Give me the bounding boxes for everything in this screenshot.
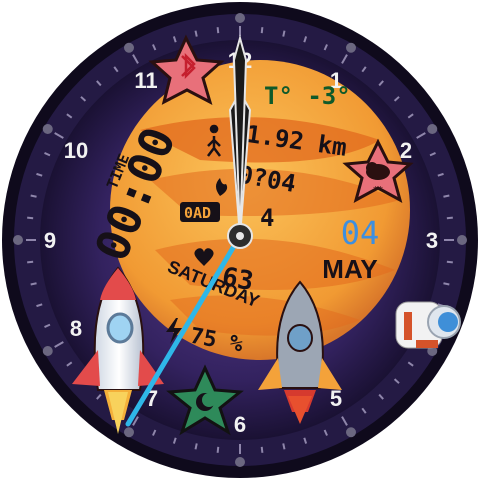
watch-face: 12 1 2 3 4 5 6 7 8 9 10 11 ⁎⁎ T° -3° 1.9… bbox=[2, 2, 478, 478]
minute-tick bbox=[260, 27, 264, 34]
minute-tick bbox=[443, 282, 450, 286]
calories-value: 0AD bbox=[184, 204, 211, 222]
date-month: MAY bbox=[322, 254, 377, 284]
hour-dot bbox=[457, 235, 467, 245]
calories-value-2: 4 bbox=[260, 204, 274, 232]
numeral-11: 11 bbox=[134, 68, 157, 93]
numeral-2: 2 bbox=[400, 138, 412, 163]
minute-tick bbox=[194, 443, 198, 450]
minute-tick bbox=[216, 446, 220, 453]
hour-dot bbox=[235, 457, 245, 467]
temperature-readout: T° -3° bbox=[264, 82, 351, 110]
hour-dot bbox=[124, 427, 134, 438]
hour-dot bbox=[13, 235, 23, 245]
minute-tick bbox=[260, 446, 264, 453]
minute-tick bbox=[30, 282, 37, 286]
minute-tick bbox=[27, 260, 34, 264]
numeral-3: 3 bbox=[426, 228, 438, 253]
minute-tick bbox=[27, 216, 34, 220]
minute-tick bbox=[30, 194, 37, 198]
minute-tick bbox=[194, 30, 198, 37]
numeral-8: 8 bbox=[70, 316, 82, 341]
svg-text:⁎⁎: ⁎⁎ bbox=[373, 182, 383, 193]
hour-dot bbox=[42, 124, 53, 134]
hour-dot bbox=[124, 42, 134, 53]
date-day: 04 bbox=[341, 214, 380, 252]
numeral-9: 9 bbox=[44, 228, 56, 253]
numeral-10: 10 bbox=[64, 138, 88, 163]
minute-tick bbox=[446, 216, 453, 220]
hour-dot bbox=[427, 124, 438, 134]
minute-tick bbox=[216, 27, 220, 34]
minute-tick bbox=[282, 30, 286, 37]
hour-dot bbox=[235, 13, 245, 23]
minute-tick bbox=[446, 260, 453, 264]
minute-tick bbox=[282, 443, 286, 450]
hour-dot bbox=[346, 427, 356, 438]
minute-tick bbox=[443, 194, 450, 198]
numeral-6: 6 bbox=[234, 412, 246, 437]
hour-dot bbox=[346, 42, 356, 53]
hour-dot bbox=[42, 346, 53, 356]
